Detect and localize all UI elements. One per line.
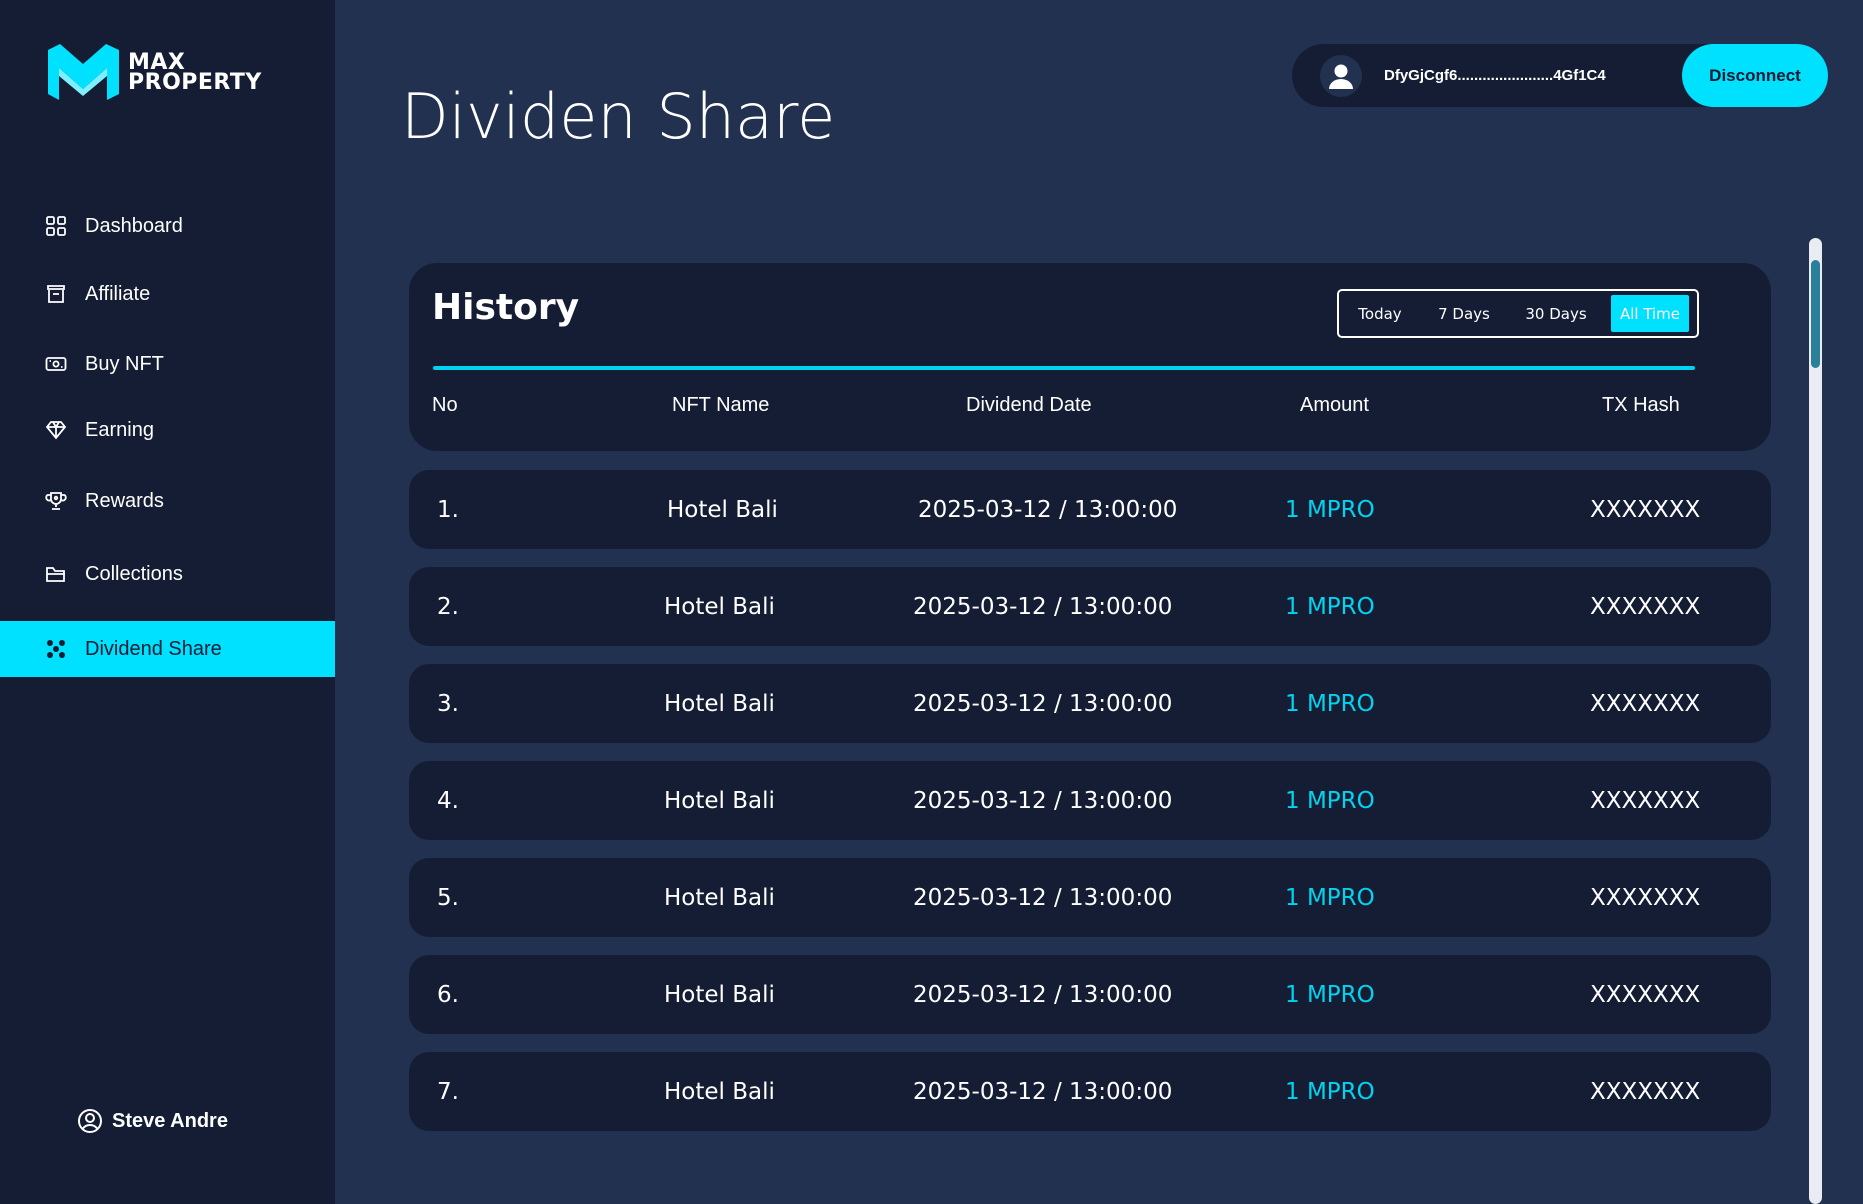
sidebar-item-dashboard[interactable]: Dashboard [0,198,335,254]
sidebar-item-label: Dashboard [85,214,183,237]
cell-tx-hash[interactable]: XXXXXXX [1590,1052,1700,1131]
column-header-tx-hash: TX Hash [1602,394,1680,416]
table-row[interactable]: 1. Hotel Bali 2025-03-12 / 13:00:00 1 MP… [409,470,1771,549]
folder-icon [44,562,68,586]
cell-no: 1. [437,496,459,523]
grid-icon [44,214,68,238]
sidebar-item-label: Rewards [85,489,164,512]
scrollbar-thumb[interactable] [1811,260,1820,368]
diamond-icon [44,418,68,442]
sidebar-item-collections[interactable]: Collections [0,546,335,602]
cell-dividend-date: 2025-03-12 / 13:00:00 [913,1078,1173,1105]
cell-dividend-date: 2025-03-12 / 13:00:00 [913,690,1173,717]
time-filter-group: Today 7 Days 30 Days All Time [1337,289,1699,338]
column-header-amount: Amount [1300,394,1369,416]
brand-logo[interactable]: MAX PROPERTY [46,44,262,101]
sidebar-item-dividend-share[interactable]: Dividend Share [0,621,335,677]
cell-no: 7. [437,1078,459,1105]
scrollbar[interactable] [1809,238,1822,1204]
cell-no: 4. [437,787,459,814]
cell-amount: 1 MPRO [1285,496,1375,523]
disconnect-button[interactable]: Disconnect [1682,44,1828,107]
history-title: History [432,287,580,328]
column-header-no: No [432,394,458,416]
cell-no: 3. [437,690,459,717]
filter-30-days[interactable]: 30 Days [1507,295,1605,332]
cell-nft-name: Hotel Bali [664,593,775,620]
sidebar: MAX PROPERTY Dashboard Affiliate Buy NFT… [0,0,335,1204]
cell-tx-hash[interactable]: XXXXXXX [1590,955,1700,1034]
wallet-address: DfyGjCgf6.......................4Gf1C4 [1384,67,1606,84]
cell-nft-name: Hotel Bali [664,1078,775,1105]
table-row[interactable]: 6. Hotel Bali 2025-03-12 / 13:00:00 1 MP… [409,955,1771,1034]
cell-nft-name: Hotel Bali [664,884,775,911]
cash-icon [44,352,68,376]
filter-all-time[interactable]: All Time [1611,295,1689,332]
user-name: Steve Andre [112,1109,228,1132]
filter-today[interactable]: Today [1339,295,1421,332]
avatar [1320,54,1362,97]
cell-no: 5. [437,884,459,911]
cell-no: 2. [437,593,459,620]
cell-amount: 1 MPRO [1285,690,1375,717]
sidebar-item-label: Earning [85,418,154,441]
cell-tx-hash[interactable]: XXXXXXX [1590,858,1700,937]
cell-amount: 1 MPRO [1285,787,1375,814]
user-avatar-icon [1329,64,1353,89]
sidebar-item-label: Dividend Share [85,637,222,660]
cell-nft-name: Hotel Bali [664,690,775,717]
logo-m-icon [48,44,119,100]
sidebar-item-affiliate[interactable]: Affiliate [0,266,335,322]
column-header-dividend-date: Dividend Date [966,394,1092,416]
cell-tx-hash[interactable]: XXXXXXX [1590,470,1700,549]
cell-dividend-date: 2025-03-12 / 13:00:00 [913,981,1173,1008]
cell-tx-hash[interactable]: XXXXXXX [1590,761,1700,840]
filter-7-days[interactable]: 7 Days [1421,295,1507,332]
cell-amount: 1 MPRO [1285,981,1375,1008]
sidebar-item-label: Affiliate [85,282,151,305]
cell-nft-name: Hotel Bali [667,496,778,523]
nodes-icon [44,637,68,661]
user-profile[interactable]: Steve Andre [77,1108,228,1134]
cell-nft-name: Hotel Bali [664,981,775,1008]
sidebar-item-earning[interactable]: Earning [0,402,335,458]
sidebar-item-rewards[interactable]: Rewards [0,473,335,529]
header-divider [433,366,1695,370]
page-title: Dividen Share [401,80,836,153]
trophy-icon [44,489,68,513]
user-circle-icon [78,1109,102,1133]
table-row[interactable]: 3. Hotel Bali 2025-03-12 / 13:00:00 1 MP… [409,664,1771,743]
column-header-nft-name: NFT Name [672,394,770,416]
table-row[interactable]: 2. Hotel Bali 2025-03-12 / 13:00:00 1 MP… [409,567,1771,646]
cell-dividend-date: 2025-03-12 / 13:00:00 [918,496,1178,523]
cell-no: 6. [437,981,459,1008]
table-row[interactable]: 7. Hotel Bali 2025-03-12 / 13:00:00 1 MP… [409,1052,1771,1131]
table-row[interactable]: 4. Hotel Bali 2025-03-12 / 13:00:00 1 MP… [409,761,1771,840]
brand-name: MAX PROPERTY [128,51,262,95]
cell-dividend-date: 2025-03-12 / 13:00:00 [913,884,1173,911]
cell-dividend-date: 2025-03-12 / 13:00:00 [913,593,1173,620]
table-row[interactable]: 5. Hotel Bali 2025-03-12 / 13:00:00 1 MP… [409,858,1771,937]
cell-tx-hash[interactable]: XXXXXXX [1590,664,1700,743]
cell-amount: 1 MPRO [1285,884,1375,911]
brand-line2: PROPERTY [128,69,262,95]
history-card: History Today 7 Days 30 Days All Time No… [409,263,1771,451]
cell-amount: 1 MPRO [1285,1078,1375,1105]
cell-amount: 1 MPRO [1285,593,1375,620]
cell-tx-hash[interactable]: XXXXXXX [1590,567,1700,646]
cell-nft-name: Hotel Bali [664,787,775,814]
sidebar-item-buy-nft[interactable]: Buy NFT [0,336,335,392]
box-icon [44,282,68,306]
sidebar-item-label: Buy NFT [85,352,164,375]
sidebar-item-label: Collections [85,562,183,585]
cell-dividend-date: 2025-03-12 / 13:00:00 [913,787,1173,814]
